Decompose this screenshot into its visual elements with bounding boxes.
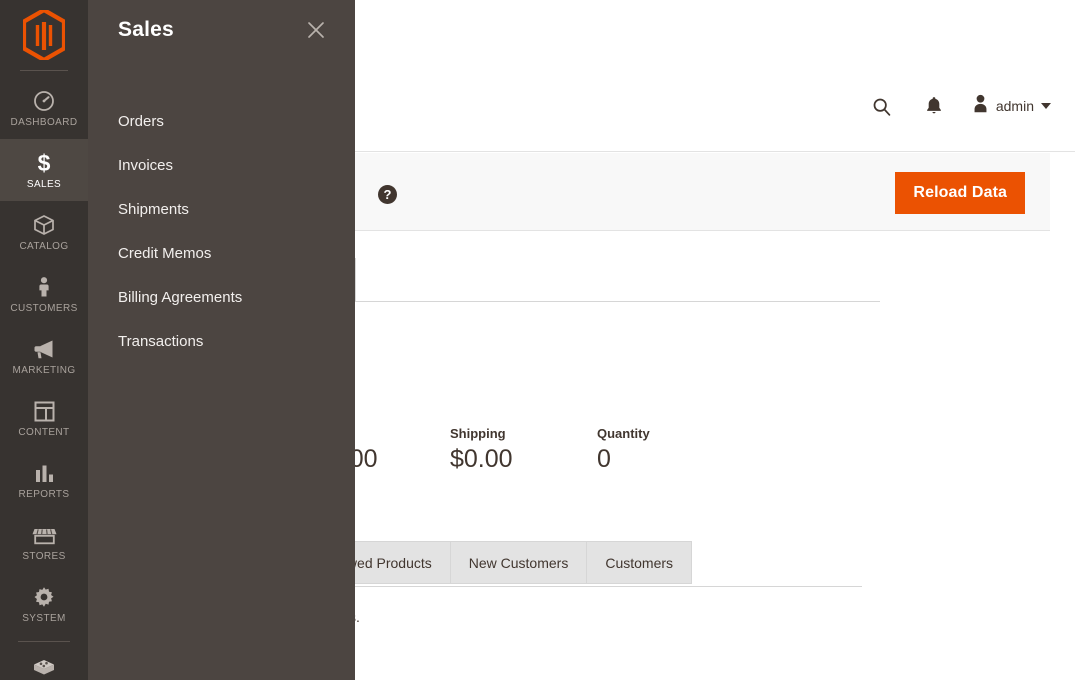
- stat-value: 0: [597, 446, 732, 474]
- sidebar-item-label: REPORTS: [19, 490, 70, 500]
- gauge-icon: [31, 88, 57, 114]
- sidebar-item-find-partners[interactable]: FIND PARTNERS: [0, 644, 88, 680]
- sidebar-item-label: MARKETING: [12, 366, 75, 376]
- flyout-item-orders[interactable]: Orders: [88, 100, 355, 144]
- sidebar-item-content[interactable]: CONTENT: [0, 387, 88, 449]
- admin-username: admin: [996, 98, 1034, 114]
- layout-icon: [31, 398, 57, 424]
- chevron-down-icon: [1041, 103, 1051, 109]
- flyout-links: Orders Invoices Shipments Credit Memos B…: [88, 100, 355, 364]
- stat-label: Quantity: [597, 426, 732, 441]
- search-icon[interactable]: [868, 92, 896, 120]
- sidebar-item-label: CATALOG: [19, 242, 68, 252]
- sidebar-item-customers[interactable]: CUSTOMERS: [0, 263, 88, 325]
- reload-data-button[interactable]: Reload Data: [895, 172, 1025, 214]
- flyout-item-credit-memos[interactable]: Credit Memos: [88, 232, 355, 276]
- help-icon[interactable]: ?: [378, 185, 397, 204]
- flyout-title: Sales: [118, 18, 174, 41]
- flyout-item-shipments[interactable]: Shipments: [88, 188, 355, 232]
- sidebar-item-label: DASHBOARD: [11, 118, 78, 128]
- svg-text:$: $: [38, 150, 51, 176]
- sales-flyout-menu: Sales Orders Invoices Shipments Credit M…: [88, 0, 355, 680]
- dollar-icon: $: [31, 150, 57, 176]
- sidebar-item-sales[interactable]: $ SALES: [0, 139, 88, 201]
- gear-icon: [31, 584, 57, 610]
- sidebar-item-label: CONTENT: [18, 428, 69, 438]
- storefront-icon: [31, 522, 57, 548]
- bar-chart-icon: [31, 460, 57, 486]
- flyout-item-invoices[interactable]: Invoices: [88, 144, 355, 188]
- brick-icon: [31, 655, 57, 680]
- box-icon: [31, 212, 57, 238]
- bell-icon[interactable]: [920, 92, 948, 120]
- stat-shipping: Shipping $0.00: [450, 426, 597, 474]
- flyout-header: Sales: [88, 0, 355, 62]
- magento-admin-screen: admin ? Reload Data Total $32.00 $29.00 …: [0, 0, 1075, 680]
- sidebar-item-stores[interactable]: STORES: [0, 511, 88, 573]
- main-sidebar: DASHBOARD $ SALES CATALOG: [0, 0, 88, 680]
- topbar-actions: admin: [868, 92, 1051, 120]
- sidebar-item-label: SALES: [27, 180, 61, 190]
- stat-value: $0.00: [450, 446, 597, 474]
- tab-customers[interactable]: Customers: [586, 541, 692, 584]
- sidebar-item-system[interactable]: SYSTEM: [0, 573, 88, 635]
- sidebar-item-reports[interactable]: REPORTS: [0, 449, 88, 511]
- sidebar-item-marketing[interactable]: MARKETING: [0, 325, 88, 387]
- person-icon: [31, 274, 57, 300]
- admin-user-menu[interactable]: admin: [972, 94, 1051, 118]
- sidebar-divider: [18, 641, 70, 642]
- close-icon[interactable]: [303, 17, 329, 43]
- sidebar-item-dashboard[interactable]: DASHBOARD: [0, 77, 88, 139]
- user-avatar-icon: [972, 94, 989, 118]
- sidebar-item-label: STORES: [22, 552, 65, 562]
- sidebar-item-catalog[interactable]: CATALOG: [0, 201, 88, 263]
- tab-new-customers[interactable]: New Customers: [450, 541, 588, 584]
- megaphone-icon: [31, 336, 57, 362]
- stat-quantity: Quantity 0: [597, 426, 732, 474]
- sidebar-item-label: SYSTEM: [22, 614, 66, 624]
- sidebar-divider: [20, 70, 68, 71]
- flyout-item-transactions[interactable]: Transactions: [88, 320, 355, 364]
- sidebar-item-label: CUSTOMERS: [10, 304, 77, 314]
- stat-label: Shipping: [450, 426, 597, 441]
- flyout-item-billing-agreements[interactable]: Billing Agreements: [88, 276, 355, 320]
- magento-logo[interactable]: [0, 0, 88, 70]
